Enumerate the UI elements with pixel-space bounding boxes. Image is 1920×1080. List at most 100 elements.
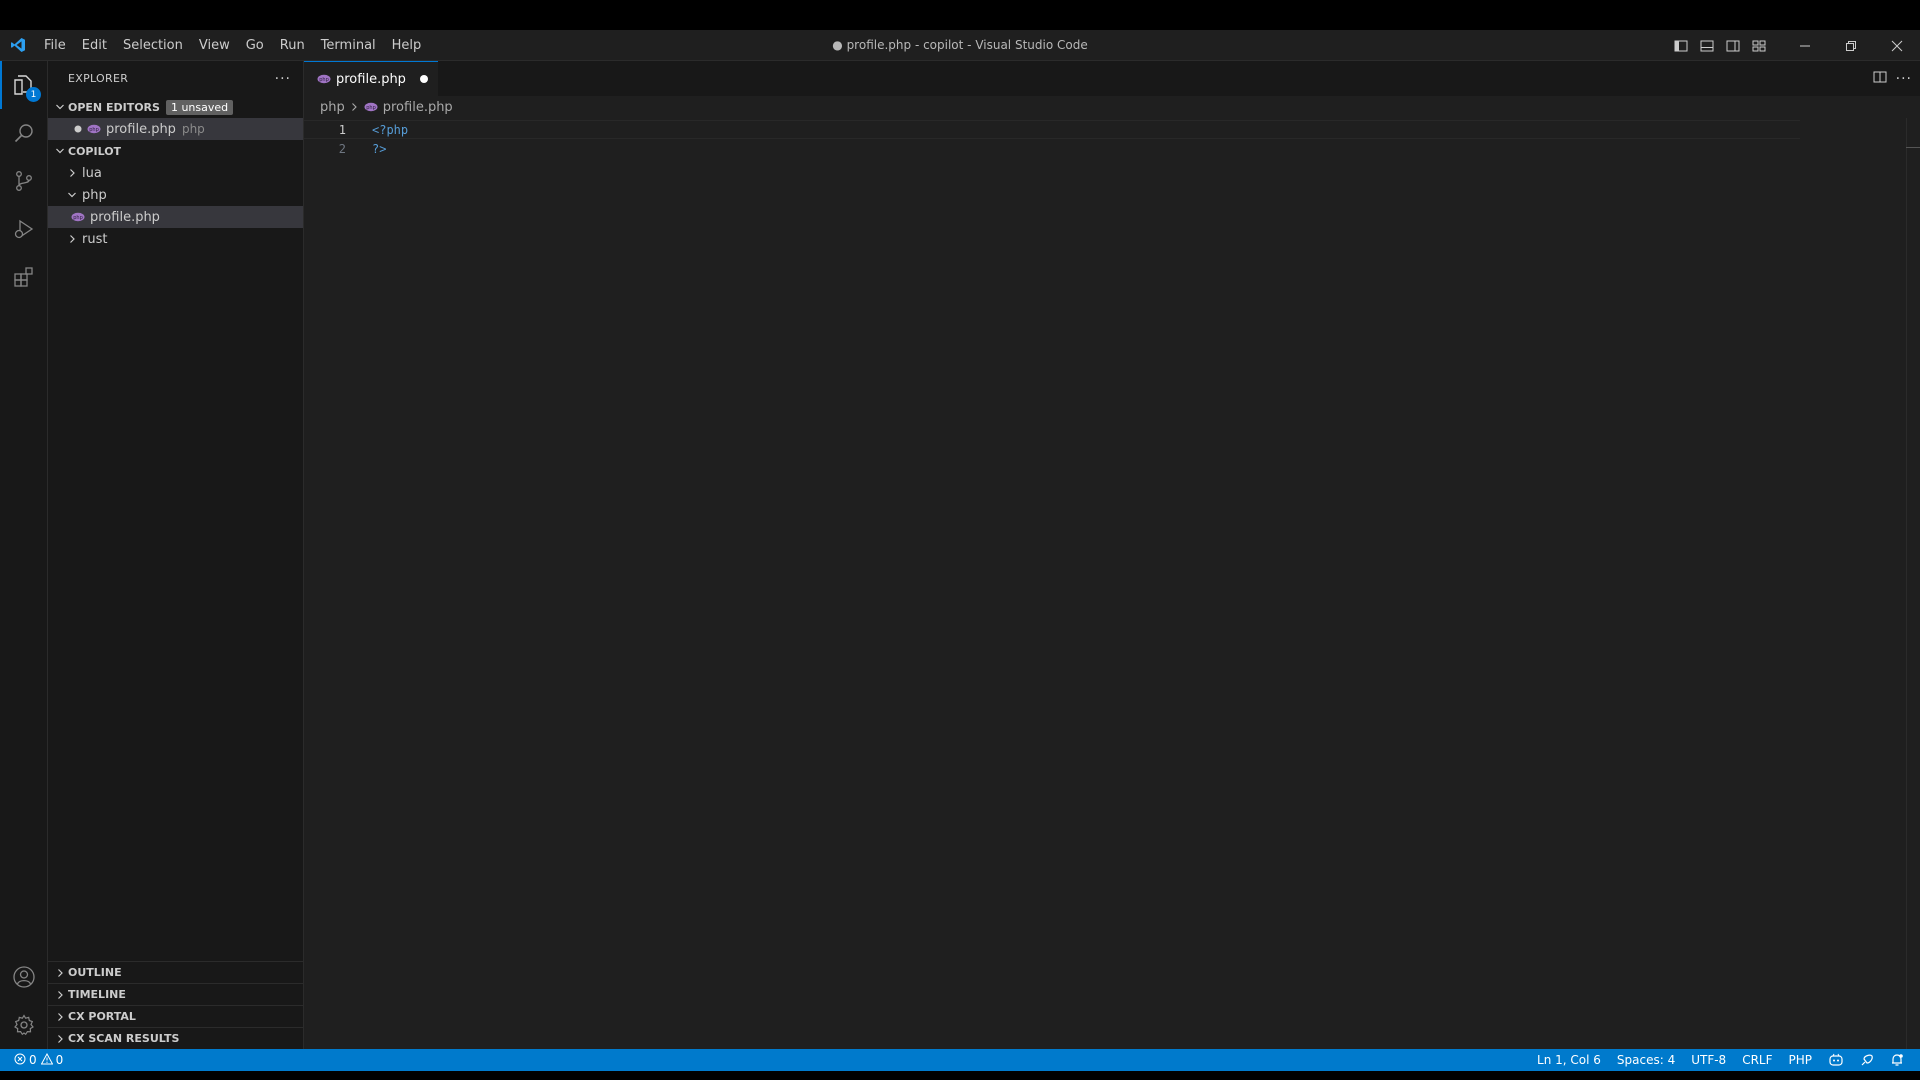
split-editor-icon[interactable] — [1872, 69, 1888, 89]
chevron-right-icon — [52, 965, 68, 981]
menu-file[interactable]: File — [36, 30, 74, 61]
code-text[interactable]: <?php — [372, 123, 408, 137]
vscode-window: File Edit Selection View Go Run Terminal… — [0, 30, 1920, 1071]
explorer-badge: 1 — [26, 87, 41, 102]
menu-bar: File Edit Selection View Go Run Terminal… — [36, 30, 429, 61]
workspace-header[interactable]: COPILOT — [48, 140, 303, 162]
svg-text:php: php — [73, 215, 83, 221]
toggle-secondary-sidebar-icon[interactable] — [1720, 30, 1746, 61]
open-editor-folder: php — [181, 122, 205, 136]
toggle-panel-icon[interactable] — [1694, 30, 1720, 61]
title-bar: File Edit Selection View Go Run Terminal… — [0, 30, 1920, 61]
code-text[interactable]: ?> — [372, 142, 386, 156]
cursor-position[interactable]: Ln 1, Col 6 — [1529, 1049, 1609, 1071]
php-file-icon: php — [70, 209, 86, 225]
tab-profile-php[interactable]: php profile.php — [304, 61, 438, 96]
folder-lua[interactable]: lua — [48, 162, 303, 184]
indentation[interactable]: Spaces: 4 — [1609, 1049, 1683, 1071]
line-number: 2 — [338, 141, 346, 156]
settings-gear-icon[interactable] — [0, 1001, 48, 1049]
vertical-scrollbar[interactable] — [1906, 118, 1920, 1049]
chevron-down-icon — [52, 99, 68, 115]
file-profile-php-label: profile.php — [90, 209, 160, 225]
status-left: 0 0 — [0, 1049, 65, 1071]
php-file-icon: php — [363, 99, 379, 115]
problems-indicator[interactable]: 0 0 — [12, 1049, 65, 1071]
chevron-right-icon — [52, 1009, 68, 1025]
more-actions-icon[interactable]: ··· — [275, 71, 291, 87]
activity-bar: 1 — [0, 61, 48, 1049]
explorer-header: EXPLORER ··· — [48, 61, 303, 96]
file-profile-php[interactable]: php profile.php — [48, 206, 303, 228]
encoding[interactable]: UTF-8 — [1683, 1049, 1734, 1071]
folder-rust[interactable]: rust — [48, 228, 303, 250]
outline-header[interactable]: OUTLINE — [48, 961, 304, 983]
unsaved-badge: 1 unsaved — [165, 99, 234, 115]
timeline-label: TIMELINE — [68, 988, 126, 1001]
breadcrumb-folder[interactable]: php — [320, 100, 345, 115]
menu-edit[interactable]: Edit — [74, 30, 115, 61]
cx-portal-label: CX PORTAL — [68, 1010, 136, 1023]
feedback-icon[interactable] — [1852, 1049, 1882, 1071]
notifications-bell-icon[interactable] — [1882, 1049, 1912, 1071]
editor-actions: ··· — [1872, 61, 1912, 96]
chevron-right-icon — [349, 102, 359, 112]
menu-go[interactable]: Go — [238, 30, 272, 61]
screen-top-bar — [0, 0, 1920, 30]
run-debug-icon[interactable] — [0, 205, 48, 253]
open-editors-header[interactable]: OPEN EDITORS 1 unsaved — [48, 96, 303, 118]
extensions-icon[interactable] — [0, 253, 48, 301]
open-editor-item[interactable]: php profile.php php — [48, 118, 303, 140]
breadcrumb-file[interactable]: profile.php — [383, 100, 453, 115]
menu-help[interactable]: Help — [384, 30, 430, 61]
unsaved-dot-icon[interactable] — [419, 75, 428, 83]
code-editor[interactable]: 1 <?php 2 ?> — [304, 118, 1920, 158]
source-control-icon[interactable] — [0, 157, 48, 205]
cx-scan-results-label: CX SCAN RESULTS — [68, 1032, 180, 1045]
php-file-icon: php — [316, 71, 332, 87]
customize-layout-icon[interactable] — [1746, 30, 1772, 61]
search-icon[interactable] — [0, 109, 48, 157]
tab-label: profile.php — [336, 71, 406, 87]
restore-icon[interactable] — [1828, 30, 1874, 61]
php-file-icon: php — [86, 121, 102, 137]
unsaved-dot-icon[interactable] — [70, 125, 86, 133]
folder-lua-label: lua — [82, 165, 102, 181]
chevron-right-icon — [64, 165, 80, 181]
workspace-label: COPILOT — [68, 144, 122, 158]
chevron-right-icon — [52, 1031, 68, 1047]
status-bar: 0 0 Ln 1, Col 6 Spaces: 4 UTF-8 CRLF PHP — [0, 1049, 1920, 1071]
folder-php-label: php — [82, 187, 107, 203]
open-editors-label: OPEN EDITORS — [68, 100, 160, 114]
line-endings[interactable]: CRLF — [1734, 1049, 1780, 1071]
more-actions-icon[interactable]: ··· — [1896, 71, 1912, 87]
explorer-icon[interactable]: 1 — [0, 61, 48, 109]
chevron-down-icon — [64, 187, 80, 203]
activity-bar-bottom — [0, 953, 48, 1049]
cx-scan-results-header[interactable]: CX SCAN RESULTS — [48, 1027, 304, 1049]
vscode-logo-icon — [0, 30, 36, 61]
code-line[interactable]: 2 ?> — [304, 139, 1920, 158]
explorer-sidebar: EXPLORER ··· OPEN EDITORS 1 unsaved php … — [48, 61, 304, 1049]
toggle-primary-sidebar-icon[interactable] — [1668, 30, 1694, 61]
accounts-icon[interactable] — [0, 953, 48, 1001]
code-line[interactable]: 1 <?php — [304, 120, 1800, 139]
minimap-indicator — [1906, 147, 1920, 148]
close-window-icon[interactable] — [1874, 30, 1920, 61]
svg-text:php: php — [319, 77, 329, 83]
explorer-title: EXPLORER — [68, 72, 129, 85]
menu-view[interactable]: View — [191, 30, 238, 61]
menu-run[interactable]: Run — [272, 30, 313, 61]
error-icon — [14, 1053, 26, 1068]
language-mode[interactable]: PHP — [1781, 1049, 1821, 1071]
minimize-icon[interactable] — [1782, 30, 1828, 61]
cx-portal-header[interactable]: CX PORTAL — [48, 1005, 304, 1027]
error-count: 0 — [29, 1053, 37, 1067]
line-number: 1 — [338, 122, 346, 137]
menu-selection[interactable]: Selection — [115, 30, 191, 61]
title-controls — [1668, 30, 1920, 61]
copilot-icon[interactable] — [1820, 1049, 1852, 1071]
menu-terminal[interactable]: Terminal — [313, 30, 384, 61]
folder-php[interactable]: php — [48, 184, 303, 206]
timeline-header[interactable]: TIMELINE — [48, 983, 304, 1005]
